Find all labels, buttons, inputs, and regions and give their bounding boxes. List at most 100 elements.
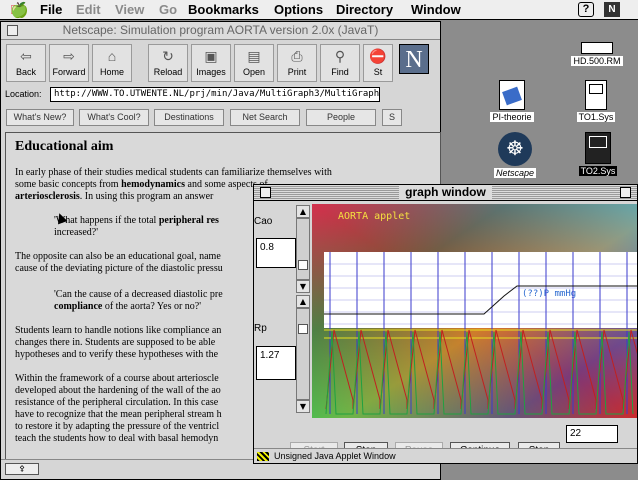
bold-text: hemodynamics (121, 179, 185, 190)
menu-go[interactable]: Go (159, 2, 177, 17)
print-button[interactable]: ⎙ Print (277, 44, 317, 82)
menu-edit[interactable]: Edit (76, 2, 101, 17)
home-icon: ⌂ (107, 48, 117, 64)
cao-scroll-up-icon[interactable]: ▲ (296, 205, 310, 218)
text: 'What happens if the total (54, 215, 157, 226)
text: . In using this program an answer (79, 191, 214, 202)
home-button[interactable]: ⌂ Home (92, 44, 132, 82)
applet-area: Cao 0.8 ▲ ▼ Rp 1.27 ▲ ▼ AORTA applet (??… (254, 202, 637, 460)
system-file-icon (585, 80, 607, 110)
desktop-icon-label: PI-theorie (490, 112, 534, 122)
home-label: Home (99, 67, 124, 77)
people-button[interactable]: People (306, 109, 376, 126)
net-search-button[interactable]: Net Search (230, 109, 300, 126)
text: to restore it by adapting the pressure o… (15, 421, 220, 432)
whats-cool-button[interactable]: What's Cool? (79, 109, 149, 126)
close-box-icon[interactable] (260, 187, 271, 198)
menu-window[interactable]: Window (411, 2, 461, 17)
cao-scroll-thumb[interactable] (298, 260, 308, 270)
stop-button[interactable]: ⛔ St (363, 44, 393, 82)
reload-label: Reload (153, 67, 183, 77)
menu-options[interactable]: Options (274, 2, 323, 17)
desktop-icon-hd500[interactable]: HD.500.RM (562, 42, 632, 66)
menu-directory[interactable]: Directory (336, 2, 393, 17)
text: of the aorta? Yes or no?' (104, 301, 202, 312)
rp-scrollbar[interactable] (296, 308, 310, 400)
menu-bookmarks[interactable]: Bookmarks (188, 2, 259, 17)
find-button[interactable]: ⚲ Find (320, 44, 360, 82)
content-heading: Educational aim (15, 139, 114, 154)
graph-window-title-bar[interactable]: graph window (254, 185, 637, 201)
stop-icon: ⛔ (369, 48, 387, 64)
open-button[interactable]: ▤ Open (234, 44, 274, 82)
desktop-icon-label: Netscape (493, 168, 537, 178)
text: The opposite can also be an educational … (15, 251, 221, 262)
cao-field[interactable]: 0.8 (256, 238, 296, 268)
cao-scroll-down-icon[interactable]: ▼ (296, 280, 310, 293)
text: have to recognize that the mean peripher… (15, 409, 222, 420)
reload-button[interactable]: ↻ Reload (148, 44, 188, 82)
text: increased?' (54, 227, 98, 238)
desktop-icon-label: TO1.Sys (576, 112, 616, 122)
bold-text: arteriosclerosis (15, 191, 80, 202)
cao-scrollbar[interactable] (296, 218, 310, 280)
forward-label: Forward (52, 67, 86, 77)
desktop-icon-to2[interactable]: TO2.Sys (570, 132, 626, 176)
whats-new-button[interactable]: What's New? (6, 109, 74, 126)
reload-icon: ↻ (162, 48, 174, 64)
back-button[interactable]: ⇦ Back (6, 44, 46, 82)
applet-status-text: Unsigned Java Applet Window (274, 451, 396, 461)
text: hypotheses and to verify these hypothese… (15, 349, 219, 360)
menu-view[interactable]: View (115, 2, 144, 17)
help-icon[interactable]: ? (578, 2, 594, 17)
text: Within the framework of a course about a… (15, 373, 219, 384)
back-label: Back (15, 67, 36, 77)
text: 'Can the cause of a decreased diastolic … (54, 289, 223, 300)
back-arrow-icon: ⇦ (20, 48, 32, 64)
menu-bar:  🍏 File Edit View Go Bookmarks Options … (0, 0, 638, 20)
rp-scroll-up-icon[interactable]: ▲ (296, 295, 310, 308)
desktop-icon-label: TO2.Sys (578, 166, 618, 176)
forward-button[interactable]: ⇨ Forward (49, 44, 89, 82)
text: changes there in. Students are supposed … (15, 337, 216, 348)
images-label: Images (196, 67, 226, 77)
netscape-logo[interactable]: N (399, 44, 429, 74)
bold-text: peripheral res (158, 215, 219, 226)
software-button[interactable]: S (382, 109, 402, 126)
images-icon: ▣ (204, 48, 218, 64)
open-icon: ▤ (247, 48, 261, 64)
zoom-box-icon[interactable] (620, 187, 631, 198)
desktop-icon-pi-theorie[interactable]: PI-theorie (482, 80, 542, 122)
find-icon: ⚲ (334, 48, 346, 64)
graph-window-title: graph window (399, 185, 492, 199)
rp-scroll-down-icon[interactable]: ▼ (296, 400, 310, 413)
images-button[interactable]: ▣ Images (191, 44, 231, 82)
applet-label: AORTA applet (338, 211, 410, 222)
rp-label: Rp (254, 323, 267, 334)
location-field[interactable]: http://WWW.TO.UTWENTE.NL/prj/min/Java/Mu… (50, 87, 380, 102)
graph-window: graph window Cao 0.8 ▲ ▼ Rp 1.27 ▲ ▼ AOR… (253, 184, 638, 464)
step-count-field[interactable]: 22 (566, 425, 618, 443)
destinations-button[interactable]: Destinations (154, 109, 224, 126)
application-menu-icon[interactable]: N (604, 2, 620, 17)
forward-arrow-icon: ⇨ (63, 48, 75, 64)
bold-text: compliance (54, 301, 103, 312)
desktop-icon-to1[interactable]: TO1.Sys (568, 80, 624, 122)
print-icon: ⎙ (291, 48, 303, 64)
plot-white-band (324, 252, 637, 328)
desktop-icon-netscape[interactable]: ☸ Netscape (490, 132, 540, 178)
text: In early phase of their studies medical … (15, 167, 332, 178)
apple-logo-icon[interactable]: 🍏 (10, 1, 29, 19)
rp-field[interactable]: 1.27 (256, 346, 296, 380)
text: some basic concepts from (15, 179, 119, 190)
browser-title-bar[interactable]: Netscape: Simulation program AORTA versi… (1, 22, 440, 40)
security-key-icon[interactable]: ⚴ (5, 463, 39, 475)
find-label: Find (331, 67, 349, 77)
rp-scroll-thumb[interactable] (298, 324, 308, 334)
location-label: Location: (5, 89, 42, 99)
close-box-icon[interactable] (7, 25, 18, 36)
menu-file[interactable]: File (40, 2, 62, 17)
netscape-wheel-icon: ☸ (498, 132, 532, 166)
open-label: Open (242, 67, 266, 77)
aorta-plot: AORTA applet (??)P mmHg (312, 204, 637, 418)
